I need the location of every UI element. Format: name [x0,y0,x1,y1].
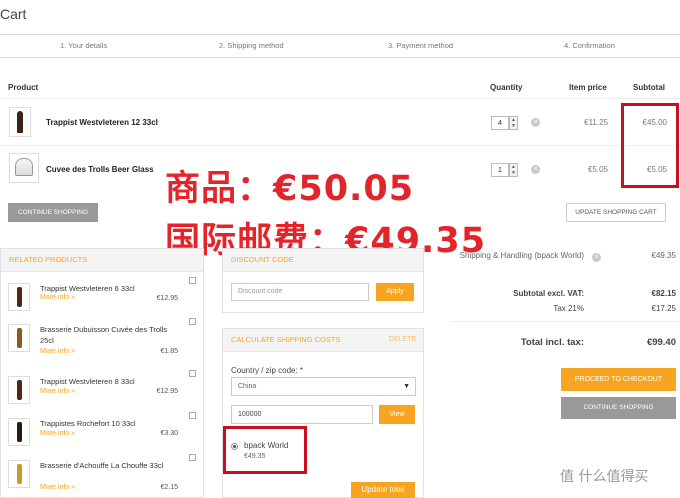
header-product: Product [8,83,39,92]
proceed-to-checkout-button[interactable]: PROCEED TO CHECKOUT [561,368,676,391]
discount-title: DISCOUNT CODE [223,249,423,272]
header-quantity: Quantity [490,83,523,92]
more-info-link[interactable]: More info » [40,484,75,491]
header-subtotal: Subtotal [633,83,665,92]
related-item-checkbox[interactable] [189,370,196,377]
related-item[interactable]: Trappist Westvleteren 6 33cl More info »… [8,277,196,323]
product-image[interactable] [8,418,30,446]
related-item-name[interactable]: Brasserie d'Achouffe La Chouffe 33cl [40,460,170,471]
related-item[interactable]: Brasserie Dubuisson Cuvée des Trolls 25c… [8,318,196,364]
zip-input[interactable]: 100000 [231,405,373,424]
beer-bottle-icon [16,328,22,348]
related-item-checkbox[interactable] [189,454,196,461]
annotation-box [223,426,307,474]
discount-panel: DISCOUNT CODE [222,248,424,313]
quantity-stepper[interactable]: ▲ ▼ [509,116,518,130]
annotation-box [621,103,679,188]
beer-bottle-icon [16,464,22,484]
quantity-input[interactable]: 4 [491,116,509,130]
beer-bottle-icon [17,111,23,133]
related-item-price: €12.95 [156,295,178,302]
remove-icon[interactable]: × [592,253,601,262]
beer-glass-icon [15,158,33,176]
related-item-name[interactable]: Trappistes Rochefort 10 33cl [40,418,170,429]
beer-bottle-icon [16,287,22,307]
quantity-stepper[interactable]: ▲ ▼ [509,163,518,177]
related-item-price: €2.15 [160,484,178,491]
product-image[interactable] [8,324,30,352]
remove-icon[interactable]: × [531,118,540,127]
update-cart-button[interactable]: UPDATE SHOPPING CART [566,203,666,222]
more-info-link[interactable]: More info » [40,348,75,355]
more-info-link[interactable]: More info » [40,430,75,437]
product-image[interactable] [8,460,30,488]
country-select-value: China [238,383,257,390]
update-total-button[interactable]: Update total [351,482,415,498]
related-item-name[interactable]: Trappist Westvleteren 8 33cl [40,376,170,387]
apply-button[interactable]: Apply [376,283,414,301]
checkout-steps: 1. Your details 2. Shipping method 3. Pa… [0,34,680,58]
step-confirmation[interactable]: 4. Confirmation [564,41,615,50]
country-select[interactable]: China ▼ [231,377,416,396]
view-button[interactable]: View [379,405,415,424]
quantity-input[interactable]: 1 [491,163,509,177]
related-item[interactable]: Brasserie d'Achouffe La Chouffe 33cl Mor… [8,454,196,498]
shipping-handling-label: Shipping & Handling (bpack World) [459,251,584,260]
country-zip-label: Country / zip code: * [231,366,304,375]
related-item-name[interactable]: Trappist Westvleteren 6 33cl [40,283,170,294]
item-price: €11.25 [584,118,608,127]
watermark: 值 什么值得买 [560,469,649,485]
tax-value: €17.25 [651,304,676,313]
more-info-link[interactable]: More info » [40,294,75,301]
remove-icon[interactable]: × [531,165,540,174]
beer-bottle-icon [16,422,22,442]
related-item-price: €12.95 [156,388,178,395]
shipping-handling-value: €49.35 [651,251,676,260]
tax-label: Tax 21% [553,304,584,313]
related-item-checkbox[interactable] [189,318,196,325]
step-shipping[interactable]: 2. Shipping method [219,41,284,50]
chevron-down-icon: ▼ [403,383,410,390]
product-image[interactable] [8,376,30,404]
related-item[interactable]: Trappist Westvleteren 8 33cl More info »… [8,370,196,416]
beer-bottle-icon [16,380,22,400]
related-products-title: RELATED PRODUCTS [1,249,203,272]
step-payment[interactable]: 3. Payment method [388,41,453,50]
related-item-price: €1.85 [160,348,178,355]
delete-link[interactable]: DELETE [389,336,416,343]
product-image[interactable] [9,153,39,183]
product-image[interactable] [9,107,31,137]
subtotal-label: Subtotal excl. VAT: [513,289,584,298]
product-image[interactable] [8,283,30,311]
header-item-price: Item price [569,83,607,92]
total-label: Total incl. tax: [520,337,584,348]
annotation-goods-total: 商品：€50.05 [165,169,415,209]
subtotal-value: €82.15 [651,289,676,298]
page-title: Cart [0,6,27,22]
step-details[interactable]: 1. Your details [60,41,107,50]
discount-code-input[interactable]: Discount code [231,283,369,301]
more-info-link[interactable]: More info » [40,388,75,395]
item-price: €5.05 [587,165,608,174]
continue-shopping-button[interactable]: CONTINUE SHOPPING [561,397,676,419]
related-item-checkbox[interactable] [189,277,196,284]
related-item-price: €3.30 [160,430,178,437]
product-name[interactable]: Cuvee des Trolls Beer Glass [46,165,154,174]
related-item-name[interactable]: Brasserie Dubuisson Cuvée des Trolls 25c… [40,324,170,346]
total-value: €99.40 [646,337,676,348]
related-item[interactable]: Trappistes Rochefort 10 33cl More info »… [8,412,196,458]
product-name[interactable]: Trappist Westvleteren 12 33cl [46,118,158,127]
continue-shopping-button[interactable]: CONTINUE SHOPPING [8,203,98,222]
related-item-checkbox[interactable] [189,412,196,419]
